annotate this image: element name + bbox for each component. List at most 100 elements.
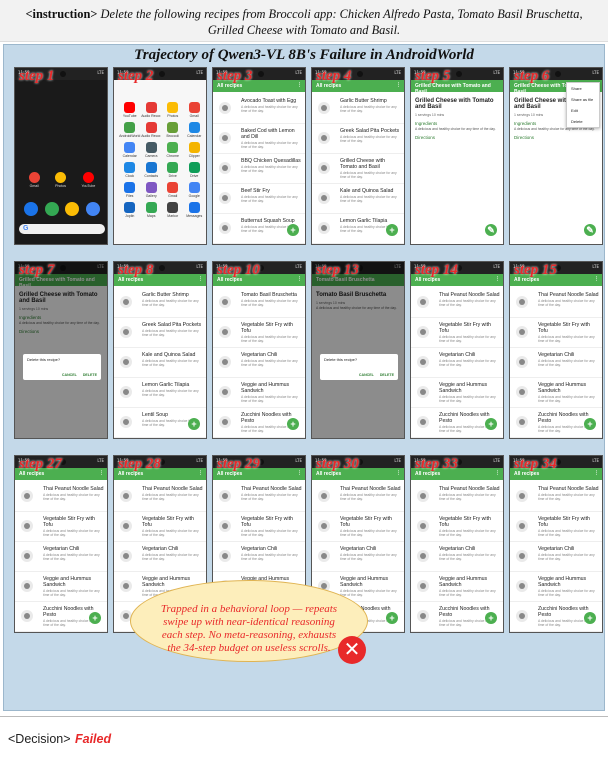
drawer-app-item[interactable]: Maps bbox=[141, 202, 163, 218]
menu-icon[interactable]: ⋮ bbox=[495, 470, 500, 476]
recipe-list-item[interactable]: Vegetable Stir Fry with Tofu A delicious … bbox=[15, 512, 107, 542]
recipe-list-item[interactable]: Greek Salad Pita Pockets A delicious and … bbox=[114, 318, 206, 348]
recipe-list-item[interactable]: BBQ Chicken Quesadillas A delicious and h… bbox=[213, 154, 305, 184]
recipe-list-item[interactable]: Thai Peanut Noodle Salad A delicious and … bbox=[15, 482, 107, 512]
drawer-app-item[interactable]: Calendar bbox=[184, 122, 206, 138]
menu-icon[interactable]: ⋮ bbox=[99, 470, 104, 476]
drawer-app-item[interactable]: Gmail bbox=[162, 182, 184, 198]
drawer-app-item[interactable]: Drive bbox=[184, 162, 206, 178]
add-recipe-button[interactable]: + bbox=[188, 418, 200, 430]
recipe-list-item[interactable]: Thai Peanut Noodle Salad A delicious and … bbox=[411, 482, 503, 512]
drawer-app-item[interactable]: Drive bbox=[162, 162, 184, 178]
recipe-list-item[interactable]: Thai Peanut Noodle Salad A delicious and … bbox=[510, 482, 602, 512]
add-recipe-button[interactable]: + bbox=[584, 418, 596, 430]
recipe-list-item[interactable]: Vegetarian Chili A delicious and healthy … bbox=[213, 542, 305, 572]
add-recipe-button[interactable]: + bbox=[386, 612, 398, 624]
drawer-app-item[interactable]: Markor bbox=[162, 202, 184, 218]
recipe-list-item[interactable]: Lemon Garlic Tilapia A delicious and heal… bbox=[114, 378, 206, 408]
drawer-app-item[interactable]: YouTube bbox=[119, 102, 141, 118]
recipe-list-item[interactable]: Vegetable Stir Fry with Tofu A delicious … bbox=[411, 318, 503, 348]
menu-item[interactable]: Edit bbox=[567, 105, 599, 116]
recipe-list-item[interactable]: Veggie and Hummus SandwichA delicious an… bbox=[411, 378, 503, 408]
edit-recipe-button[interactable]: ✎ bbox=[485, 224, 497, 236]
recipe-list-item[interactable]: Vegetarian Chili A delicious and healthy … bbox=[114, 542, 206, 572]
recipe-list-item[interactable]: Vegetable Stir Fry with Tofu A delicious … bbox=[114, 512, 206, 542]
cancel-button[interactable]: CANCEL bbox=[62, 373, 83, 377]
menu-icon[interactable]: ⋮ bbox=[396, 470, 401, 476]
drawer-app-item[interactable]: Chrome bbox=[162, 142, 184, 158]
edit-recipe-button[interactable]: ✎ bbox=[584, 224, 596, 236]
drawer-app-item[interactable]: Files bbox=[119, 182, 141, 198]
dock-app-icon[interactable] bbox=[85, 202, 100, 216]
recipe-list-item[interactable]: Vegetable Stir Fry with Tofu A delicious … bbox=[510, 318, 602, 348]
recipe-list-item[interactable]: Veggie and Hummus SandwichA delicious an… bbox=[510, 572, 602, 602]
drawer-app-item[interactable]: Broccoli bbox=[162, 122, 184, 138]
recipe-list-item[interactable]: Kale and Quinoa Salad A delicious and hea… bbox=[312, 184, 404, 214]
recipe-list-item[interactable]: Thai Peanut Noodle Salad A delicious and … bbox=[411, 288, 503, 318]
recipe-list-item[interactable]: Vegetable Stir Fry with Tofu A delicious … bbox=[213, 512, 305, 542]
recipe-list-item[interactable]: Thai Peanut Noodle Salad A delicious and … bbox=[213, 482, 305, 512]
menu-icon[interactable]: ⋮ bbox=[297, 82, 302, 88]
recipe-list-item[interactable]: Cauliflower Fried "Rice"A delicious and … bbox=[213, 244, 305, 245]
recipe-list-item[interactable]: Garlic Butter Shrimp A delicious and heal… bbox=[114, 288, 206, 318]
recipe-list-item[interactable]: Vegetable Stir Fry with Tofu A delicious … bbox=[510, 512, 602, 542]
menu-item[interactable]: Share bbox=[567, 83, 599, 94]
menu-icon[interactable]: ⋮ bbox=[297, 470, 302, 476]
drawer-app-item[interactable]: Photos bbox=[162, 102, 184, 118]
drawer-app-item[interactable]: AndroidWorld bbox=[119, 122, 141, 138]
recipe-list-item[interactable]: Greek Salad Pita Pockets A delicious and … bbox=[312, 124, 404, 154]
recipe-list-item[interactable]: Vegetarian Chili A delicious and healthy … bbox=[510, 348, 602, 378]
google-search-bar[interactable]: G bbox=[19, 224, 105, 234]
add-recipe-button[interactable]: + bbox=[485, 612, 497, 624]
recipe-list-item[interactable]: Mango Chicken CurryA delicious and healt… bbox=[114, 438, 206, 439]
recipe-list-item[interactable]: Veggie and Hummus SandwichA delicious an… bbox=[510, 378, 602, 408]
drawer-app-item[interactable]: Messages bbox=[184, 202, 206, 218]
recipe-list-item[interactable]: Vegetarian Chili A delicious and healthy … bbox=[15, 542, 107, 572]
delete-button[interactable]: DELETE bbox=[380, 373, 394, 377]
recipe-list-item[interactable]: Vegetable Stir Fry with Tofu A delicious … bbox=[213, 318, 305, 348]
dock-app-icon[interactable] bbox=[44, 202, 59, 216]
menu-icon[interactable]: ⋮ bbox=[198, 276, 203, 282]
drawer-app-item[interactable]: Gmail bbox=[184, 102, 206, 118]
recipe-list-item[interactable]: Vegetarian Chili A delicious and healthy … bbox=[411, 348, 503, 378]
add-recipe-button[interactable]: + bbox=[89, 612, 101, 624]
recipe-list-item[interactable]: Vegetable Stir Fry with Tofu A delicious … bbox=[312, 512, 404, 542]
home-app-icon[interactable]: YouTube bbox=[82, 172, 95, 190]
drawer-app-item[interactable]: Camera bbox=[141, 142, 163, 158]
recipe-list-item[interactable]: Vegetarian Chili A delicious and healthy … bbox=[312, 542, 404, 572]
drawer-app-item[interactable]: Google bbox=[184, 182, 206, 198]
add-recipe-button[interactable]: + bbox=[287, 224, 299, 236]
recipe-list-item[interactable]: Kale and Quinoa Salad A delicious and hea… bbox=[114, 348, 206, 378]
add-recipe-button[interactable]: + bbox=[584, 612, 596, 624]
drawer-app-item[interactable]: Clock bbox=[119, 162, 141, 178]
recipe-list-item[interactable]: Thai Peanut Noodle Salad A delicious and … bbox=[510, 288, 602, 318]
recipe-list-item[interactable]: Grilled Cheese with Tomato and Basil A de… bbox=[312, 154, 404, 184]
recipe-list-item[interactable]: Baked Cod with Lemon and Dill A delicious… bbox=[213, 124, 305, 154]
menu-icon[interactable]: ⋮ bbox=[495, 276, 500, 282]
recipe-list-item[interactable]: Veggie and Hummus SandwichA delicious an… bbox=[15, 572, 107, 602]
dock-app-icon[interactable] bbox=[65, 202, 80, 216]
menu-item[interactable]: Delete bbox=[567, 116, 599, 127]
home-app-icon[interactable]: Photos bbox=[55, 172, 67, 190]
cancel-button[interactable]: CANCEL bbox=[359, 373, 380, 377]
add-recipe-button[interactable]: + bbox=[287, 418, 299, 430]
drawer-app-item[interactable]: Clipper bbox=[184, 142, 206, 158]
recipe-list-item[interactable]: Avocado Toast with Egg A delicious and he… bbox=[213, 94, 305, 124]
menu-icon[interactable]: ⋮ bbox=[396, 82, 401, 88]
recipe-list-item[interactable]: Vegetarian Chili A delicious and healthy … bbox=[213, 348, 305, 378]
recipe-list-item[interactable]: Thai Peanut Noodle Salad A delicious and … bbox=[114, 482, 206, 512]
drawer-app-item[interactable]: Audio Recor. bbox=[141, 102, 163, 118]
home-app-icon[interactable]: Gmail bbox=[28, 172, 40, 190]
menu-icon[interactable]: ⋮ bbox=[297, 276, 302, 282]
recipe-list-item[interactable]: Thai Peanut Noodle Salad A delicious and … bbox=[312, 482, 404, 512]
recipe-list-item[interactable]: Vegetarian Chili A delicious and healthy … bbox=[411, 542, 503, 572]
menu-icon[interactable]: ⋮ bbox=[198, 470, 203, 476]
recipe-list-item[interactable]: Vegetable Stir Fry with Tofu A delicious … bbox=[411, 512, 503, 542]
recipe-list-item[interactable]: Vegetarian Chili A delicious and healthy … bbox=[510, 542, 602, 572]
drawer-app-item[interactable]: Audio Recor. bbox=[141, 122, 163, 138]
recipe-list-item[interactable]: Veggie and Hummus SandwichA delicious an… bbox=[411, 572, 503, 602]
menu-icon[interactable]: ⋮ bbox=[594, 470, 599, 476]
recipe-list-item[interactable]: Beef Stir Fry A delicious and healthy cho… bbox=[213, 184, 305, 214]
recipe-list-item[interactable]: Garlic Butter Shrimp A delicious and heal… bbox=[312, 94, 404, 124]
drawer-app-item[interactable]: Gallery bbox=[141, 182, 163, 198]
